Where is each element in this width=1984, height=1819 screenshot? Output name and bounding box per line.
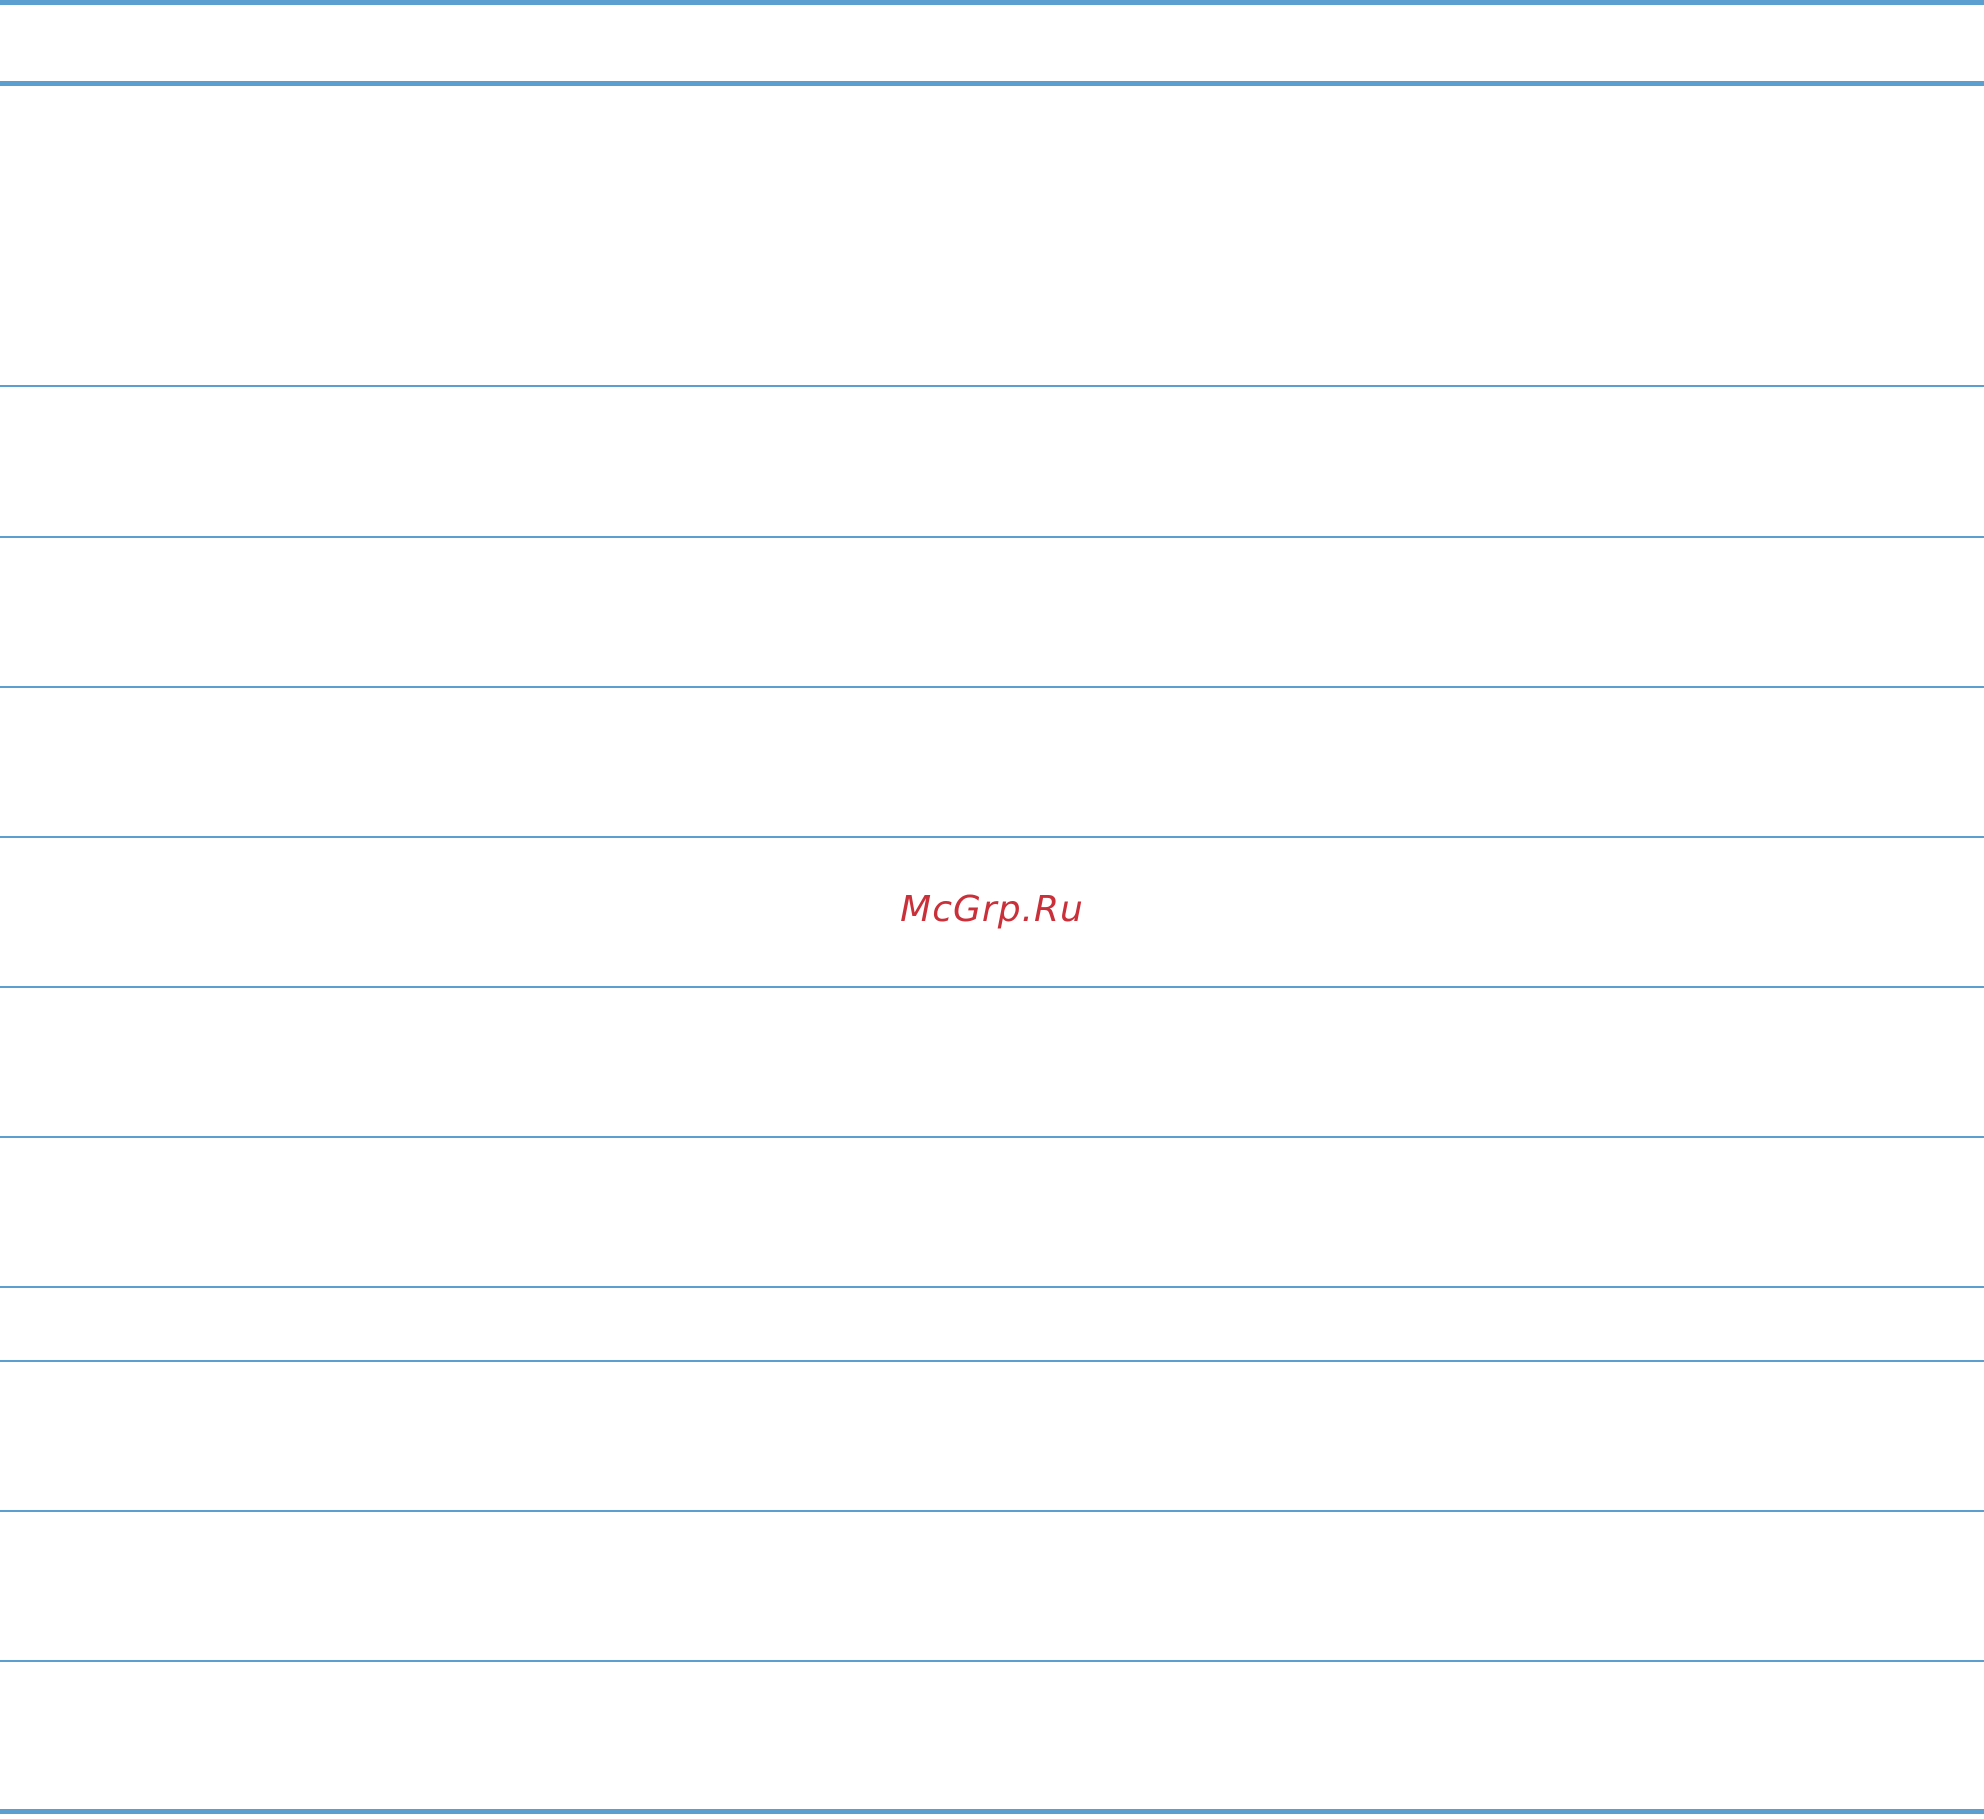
table-header-border [0,81,1984,86]
table-bottom-border [0,1809,1984,1814]
row-separator [0,836,1984,838]
row-separator [0,1510,1984,1512]
row-separator [0,686,1984,688]
row-separator [0,536,1984,538]
row-separator [0,1286,1984,1288]
watermark-text: McGrp.Ru [900,889,1084,930]
row-separator [0,1360,1984,1362]
row-separator [0,385,1984,387]
row-separator [0,986,1984,988]
row-separator [0,1660,1984,1662]
row-separator [0,1136,1984,1138]
table-top-border [0,0,1984,5]
document-page: McGrp.Ru [0,0,1984,1819]
